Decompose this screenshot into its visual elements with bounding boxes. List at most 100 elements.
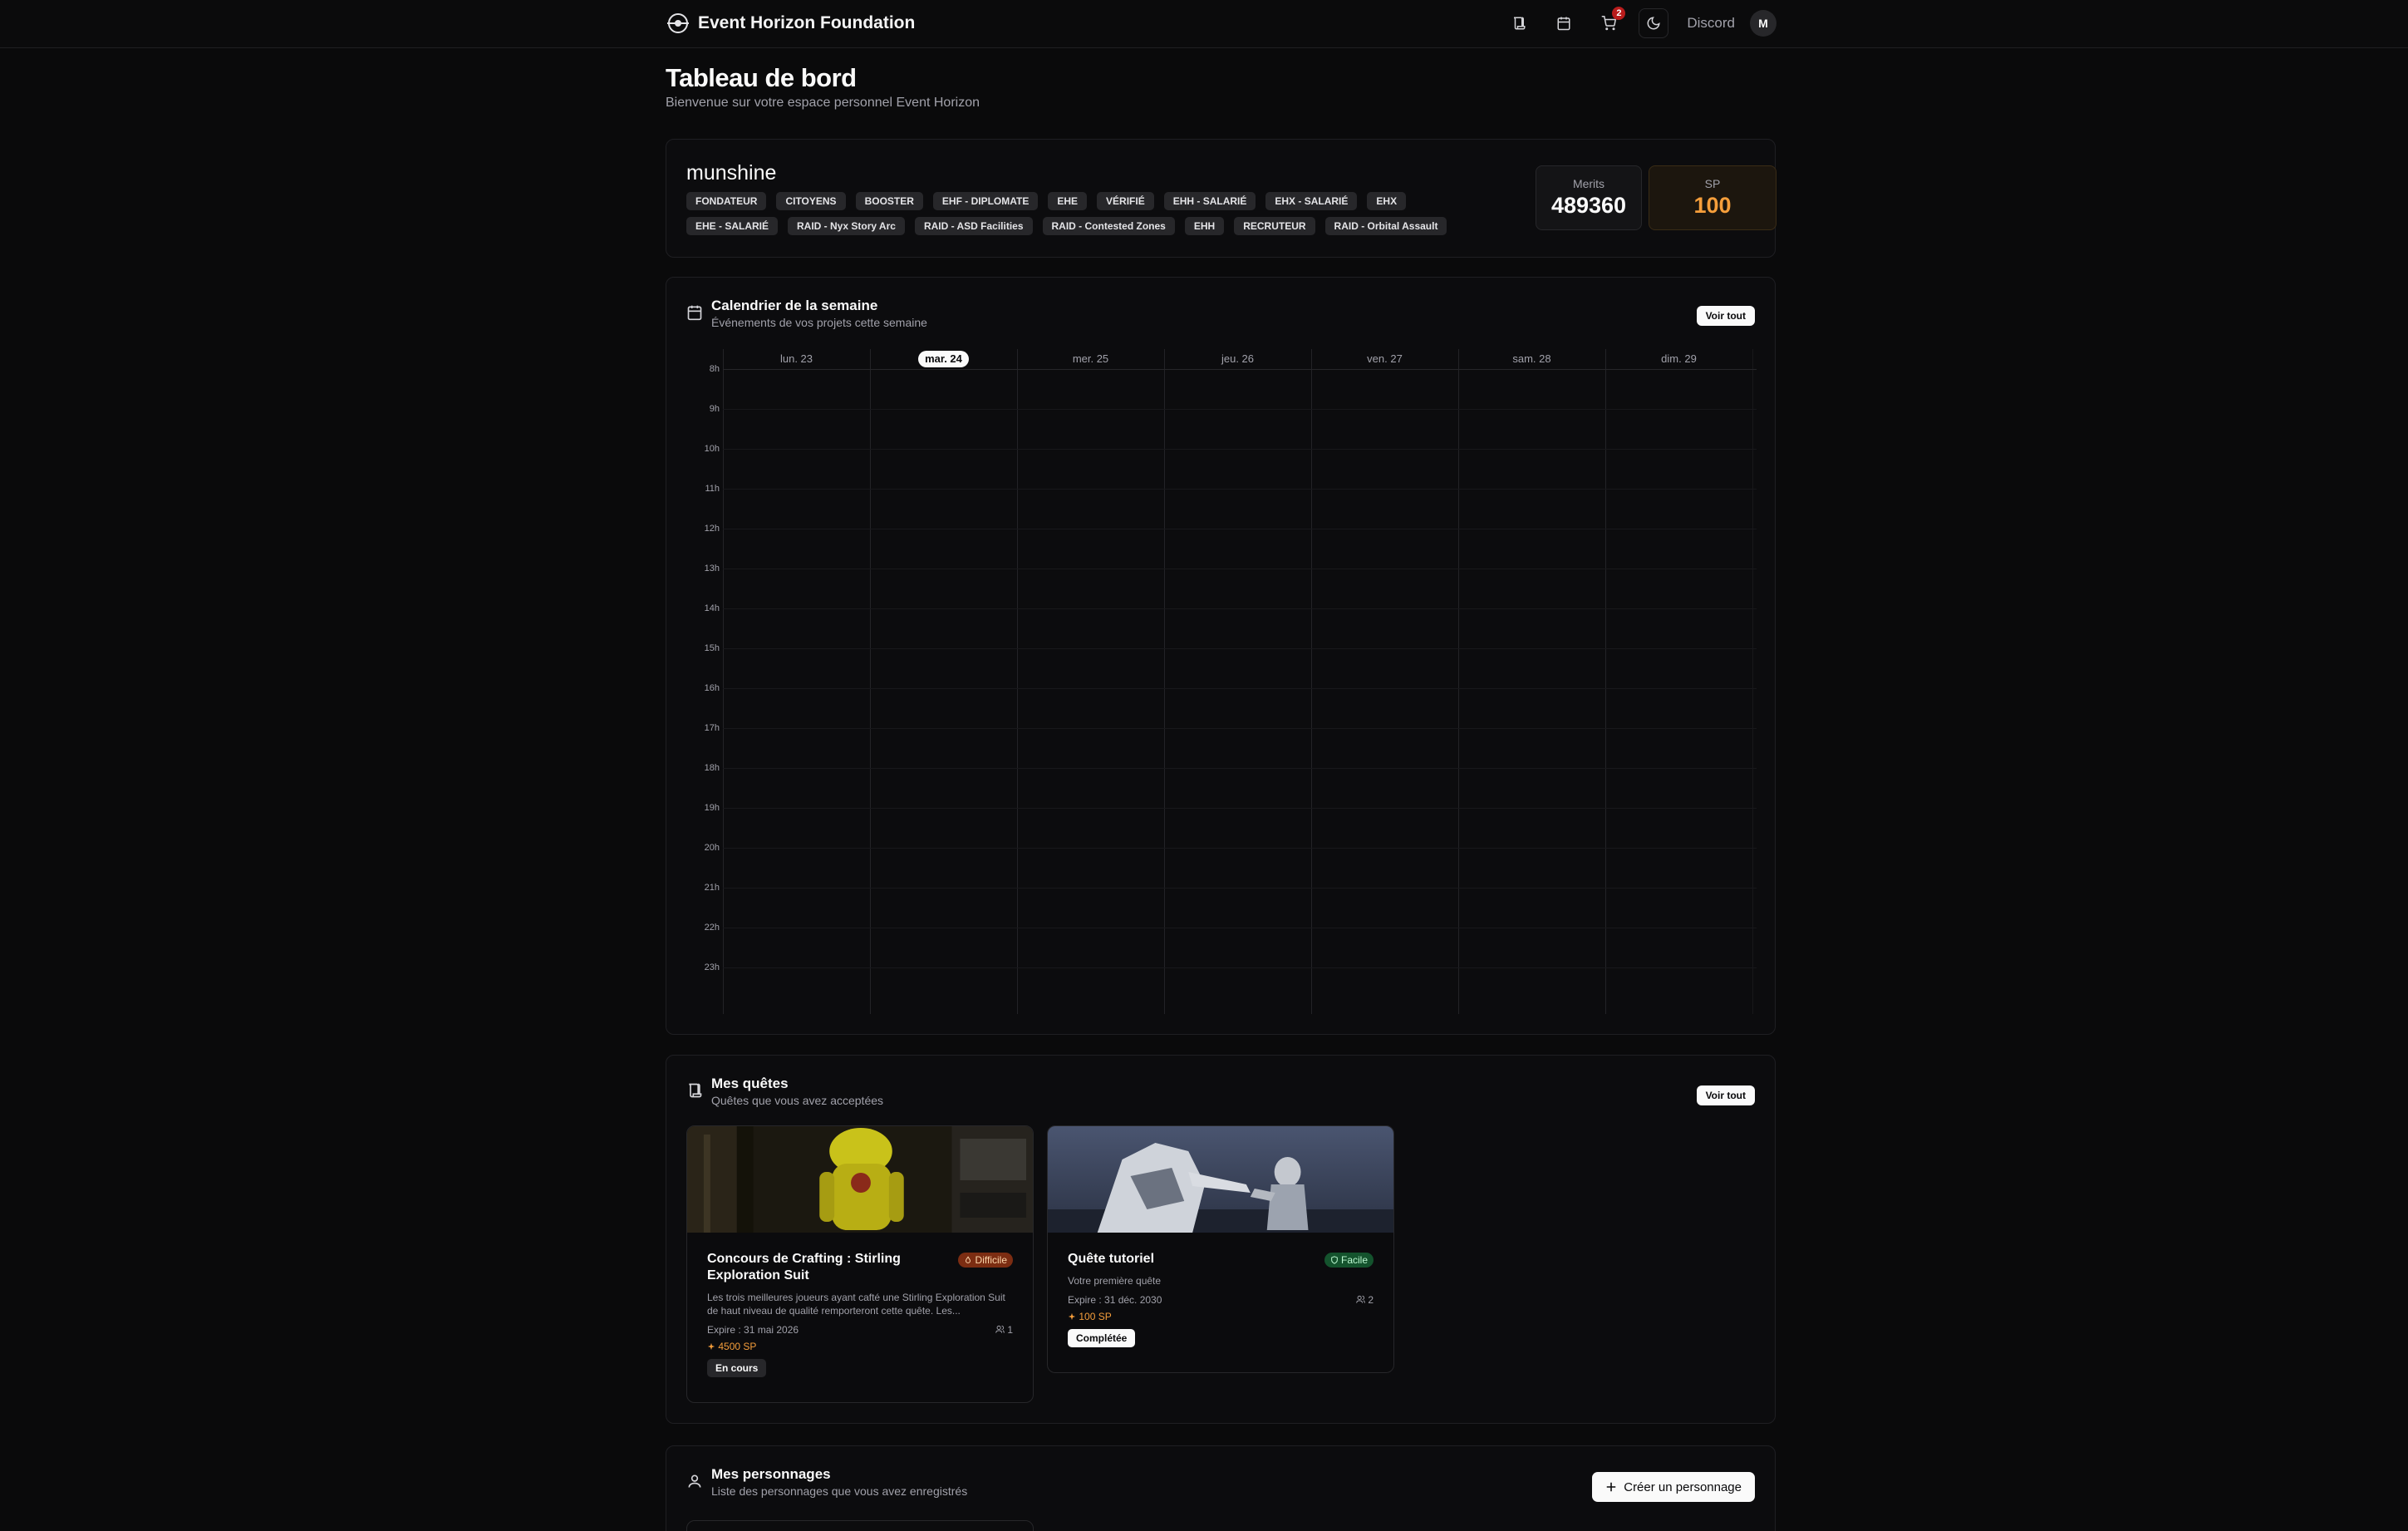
hour-label: 15h bbox=[704, 643, 720, 653]
day-label: jeu. 26 bbox=[1221, 352, 1255, 365]
user-avatar[interactable]: M bbox=[1750, 10, 1777, 37]
hour-label: 21h bbox=[704, 883, 720, 893]
day-header: mer. 25 bbox=[1017, 349, 1164, 369]
hour-label: 17h bbox=[704, 723, 720, 733]
hour-line bbox=[723, 608, 1757, 609]
quests-nav-button[interactable] bbox=[1504, 8, 1534, 38]
hour-line bbox=[723, 768, 1757, 769]
reward-value: 100 SP bbox=[1079, 1311, 1112, 1322]
hour-label: 19h bbox=[704, 803, 720, 813]
hour-line bbox=[723, 688, 1757, 689]
day-header: jeu. 26 bbox=[1164, 349, 1311, 369]
quest-reward: 4500 SP bbox=[707, 1341, 1013, 1352]
calendar-grid: lun. 23 mar. 24 mer. 25 jeu. 26 ven. 27 sam. … bbox=[686, 349, 1757, 1014]
characters-title: Mes personnages bbox=[711, 1466, 831, 1482]
hour-line bbox=[723, 848, 1757, 849]
page-title: Tableau de bord bbox=[666, 63, 857, 92]
weekly-calendar-card: Calendrier de la semaine Événements de v… bbox=[666, 277, 1776, 1035]
day-header: ven. 27 bbox=[1311, 349, 1458, 369]
participant-count: 2 bbox=[1368, 1294, 1374, 1306]
sparkles-icon bbox=[1068, 1312, 1076, 1321]
create-character-label: Créer un personnage bbox=[1624, 1479, 1742, 1494]
hour-label: 13h bbox=[704, 564, 720, 574]
profile-card: munshine FONDATEUR CITOYENS BOOSTER EHF - D… bbox=[666, 139, 1777, 258]
day-label: lun. 23 bbox=[779, 352, 813, 365]
quest-image-crafting-suit bbox=[687, 1126, 1033, 1233]
hour-label: 9h bbox=[709, 404, 720, 414]
role-badge: RAID - Nyx Story Arc bbox=[788, 217, 905, 235]
day-label: mar. 24 bbox=[918, 351, 969, 367]
role-badge: EHH - SALARIÉ bbox=[1163, 192, 1256, 210]
hour-label: 22h bbox=[704, 923, 720, 933]
quest-description: Les trois meilleures joueurs ayant cafté… bbox=[707, 1292, 1005, 1317]
role-badge: CITOYENS bbox=[776, 192, 846, 210]
users-icon bbox=[1356, 1295, 1365, 1303]
quest-card[interactable]: Concours de Crafting : Stirling Explorat… bbox=[686, 1125, 1034, 1403]
quest-title: Concours de Crafting : Stirling Explorat… bbox=[707, 1252, 901, 1282]
nav-actions: 2 Discord M bbox=[1504, 7, 1777, 38]
user-icon bbox=[688, 1474, 701, 1488]
scroll-icon bbox=[1514, 17, 1526, 30]
cart-button[interactable]: 2 bbox=[1594, 7, 1626, 38]
quest-body: Concours de Crafting : Stirling Explorat… bbox=[687, 1233, 1033, 1377]
hour-label: 23h bbox=[704, 962, 720, 972]
scroll-icon bbox=[689, 1083, 702, 1098]
quests-header: Mes quêtes Quêtes que vous avez acceptée… bbox=[686, 1076, 883, 1107]
role-badge: VÉRIFIÉ bbox=[1097, 192, 1154, 210]
top-navbar: Event Horizon Foundation 2 Discord M bbox=[0, 0, 2408, 48]
username: munshine bbox=[686, 161, 777, 185]
characters-subtitle: Liste des personnages que vous avez enre… bbox=[711, 1484, 968, 1498]
calendar-icon bbox=[687, 305, 702, 321]
shield-icon bbox=[1330, 1256, 1338, 1264]
quest-image-tutorial bbox=[1048, 1126, 1393, 1233]
page-subtitle: Bienvenue sur votre espace personnel Eve… bbox=[666, 96, 980, 110]
my-characters-card: Mes personnages Liste des personnages qu… bbox=[666, 1445, 1776, 1531]
quest-title: Quête tutoriel bbox=[1068, 1252, 1155, 1266]
plus-icon bbox=[1606, 1482, 1616, 1492]
brand[interactable]: Event Horizon Foundation bbox=[666, 12, 915, 35]
day-header: dim. 29 bbox=[1605, 349, 1752, 369]
hour-line bbox=[723, 967, 1757, 968]
sp-stat: SP 100 bbox=[1649, 165, 1777, 230]
quests-subtitle: Quêtes que vous avez acceptées bbox=[711, 1094, 884, 1107]
sparkles-icon bbox=[707, 1342, 715, 1351]
my-quests-card: Mes quêtes Quêtes que vous avez acceptée… bbox=[666, 1055, 1776, 1424]
role-badge: EHE bbox=[1048, 192, 1088, 210]
role-badge: BOOSTER bbox=[855, 192, 923, 210]
day-label: sam. 28 bbox=[1512, 352, 1551, 365]
character-card[interactable] bbox=[686, 1520, 1034, 1531]
difficulty-label: Facile bbox=[1340, 1254, 1368, 1266]
calendar-header: Calendrier de la semaine Événements de v… bbox=[686, 298, 927, 329]
calendar-view-all-button[interactable]: Voir tout bbox=[1696, 306, 1755, 326]
discord-link[interactable]: Discord bbox=[1687, 15, 1735, 32]
quests-view-all-button[interactable]: Voir tout bbox=[1696, 1085, 1755, 1105]
theme-toggle-button[interactable] bbox=[1639, 8, 1669, 38]
hour-line bbox=[723, 449, 1757, 450]
role-badge: RAID - Orbital Assault bbox=[1324, 217, 1447, 235]
sp-value: 100 bbox=[1693, 193, 1732, 218]
hour-label: 20h bbox=[704, 843, 720, 853]
day-header: mar. 24 bbox=[870, 349, 1017, 369]
quest-reward: 100 SP bbox=[1068, 1311, 1374, 1322]
role-badge: EHE - SALARIÉ bbox=[686, 217, 779, 235]
hour-line bbox=[723, 728, 1757, 729]
event-horizon-logo-icon bbox=[667, 13, 689, 33]
day-header: sam. 28 bbox=[1458, 349, 1605, 369]
create-character-button[interactable]: Créer un personnage bbox=[1592, 1472, 1755, 1502]
calendar-nav-button[interactable] bbox=[1549, 8, 1579, 38]
difficulty-badge: Facile bbox=[1324, 1253, 1374, 1268]
calendar-icon bbox=[1557, 17, 1570, 31]
moon-icon bbox=[1647, 17, 1661, 30]
flame-icon bbox=[966, 1256, 971, 1263]
quest-participants: 2 bbox=[1356, 1294, 1374, 1306]
reward-value: 4500 SP bbox=[718, 1341, 757, 1352]
day-label: mer. 25 bbox=[1072, 352, 1109, 365]
day-header: lun. 23 bbox=[723, 349, 870, 369]
hour-line bbox=[723, 888, 1757, 889]
hour-label: 16h bbox=[704, 683, 720, 693]
quest-card[interactable]: Quête tutoriel Facile Votre première quê… bbox=[1047, 1125, 1394, 1373]
difficulty-badge: Difficile bbox=[958, 1253, 1013, 1268]
role-badge: EHH bbox=[1184, 217, 1225, 235]
role-badge: EHX - SALARIÉ bbox=[1265, 192, 1358, 210]
quest-body: Quête tutoriel Facile Votre première quê… bbox=[1048, 1233, 1393, 1347]
